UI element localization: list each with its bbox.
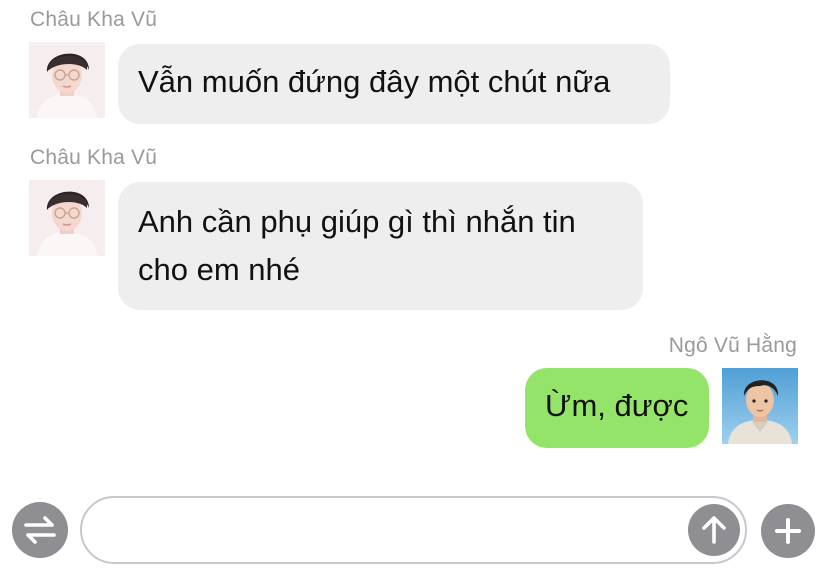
message-bubble-outgoing[interactable]: Ừm, được [525,368,709,448]
message-input[interactable] [80,496,747,564]
arrow-up-icon [702,516,726,544]
swap-arrows-icon [24,516,56,544]
avatar-photo [29,42,105,118]
sender-name: Châu Kha Vũ [30,8,158,31]
send-button[interactable] [688,504,740,556]
add-button[interactable] [761,504,815,558]
message-text: Ừm, được [545,388,689,423]
avatar[interactable] [722,368,798,444]
switch-keyboard-button[interactable] [12,502,68,558]
message-text-line: cho em nhé [138,252,300,287]
message-bubble-incoming[interactable]: Anh cần phụ giúp gì thì nhắn tin cho em … [118,182,643,310]
chat-screen: Châu Kha Vũ Vẫn muốn đứng đây một chút n… [0,0,828,578]
avatar-photo [722,368,798,444]
avatar[interactable] [29,42,105,118]
sender-name: Châu Kha Vũ [30,146,158,169]
message-text: Vẫn muốn đứng đây một chút nữa [138,64,611,99]
message-bubble-incoming[interactable]: Vẫn muốn đứng đây một chút nữa [118,44,670,124]
message-text-line: Anh cần phụ giúp gì thì nhắn tin [138,204,576,239]
avatar[interactable] [29,180,105,256]
plus-icon [775,518,801,544]
avatar-photo [29,180,105,256]
sender-name: Ngô Vũ Hằng [668,334,797,357]
